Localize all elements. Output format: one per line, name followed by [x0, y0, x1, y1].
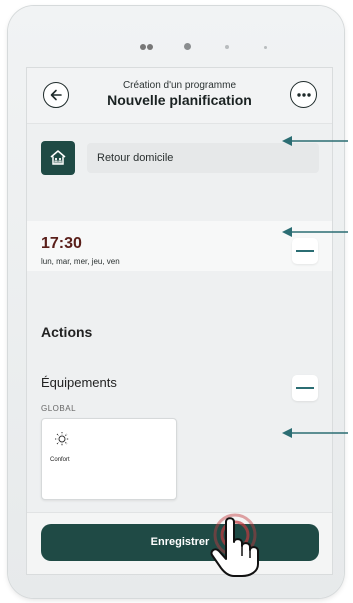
remove-time-button[interactable] — [292, 238, 318, 264]
minus-icon — [296, 250, 314, 252]
hand-pointer-icon — [210, 517, 259, 577]
scene-row[interactable]: Retour domicile — [41, 141, 321, 175]
device-card-confort[interactable]: Confort — [41, 418, 177, 500]
callout-arrow-device — [282, 428, 348, 438]
home-icon — [50, 150, 66, 165]
equipements-heading: Équipements — [41, 375, 117, 390]
actions-heading: Actions — [41, 324, 93, 340]
global-label: GLOBAL — [41, 404, 77, 413]
more-button[interactable] — [290, 81, 317, 108]
camera-dot — [147, 44, 153, 50]
home-tile — [41, 141, 75, 175]
callout-arrow-scene — [282, 136, 348, 146]
device-card-label: Confort — [50, 457, 70, 463]
arrow-left-icon — [50, 89, 62, 101]
back-button[interactable] — [43, 82, 69, 108]
remove-equipement-button[interactable] — [292, 375, 318, 401]
callout-arrow-time — [282, 227, 348, 237]
camera-dot — [140, 44, 146, 50]
header-subtitle: Création d'un programme — [122, 80, 237, 91]
schedule-days: lun, mar, mer, jeu, ven — [41, 257, 120, 266]
page-title: Nouvelle planification — [107, 92, 252, 108]
minus-icon — [296, 387, 314, 389]
sun-icon — [55, 432, 69, 446]
sensor-dot — [264, 46, 267, 49]
camera-lens — [184, 43, 191, 50]
header: Création d'un programme Nouvelle planifi… — [27, 68, 332, 124]
camera-dots — [8, 43, 344, 52]
more-horizontal-icon — [296, 92, 311, 97]
sensor-dot — [225, 45, 229, 49]
schedule-time: 17:30 — [41, 235, 82, 252]
